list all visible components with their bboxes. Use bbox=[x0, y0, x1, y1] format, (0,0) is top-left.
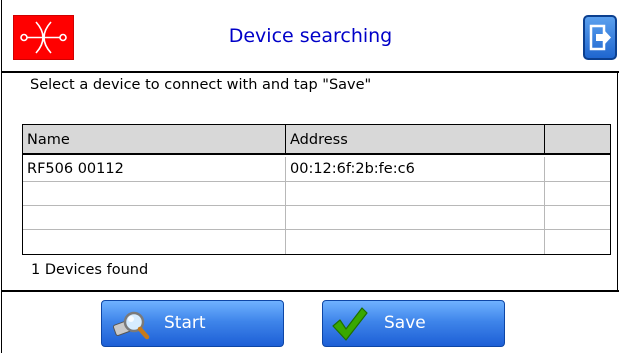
column-header-address[interactable]: Address bbox=[290, 125, 348, 153]
row-divider bbox=[23, 229, 610, 230]
header-divider bbox=[285, 125, 286, 155]
checkmark-icon bbox=[332, 307, 368, 341]
device-address-cell[interactable]: 00:12:6f:2b:fe:c6 bbox=[290, 157, 415, 181]
magnifier-icon bbox=[112, 311, 150, 340]
exit-button[interactable] bbox=[583, 15, 617, 60]
instruction-text: Select a device to connect with and tap … bbox=[30, 77, 372, 93]
save-button[interactable]: Save bbox=[322, 300, 505, 347]
row-divider bbox=[23, 205, 610, 206]
page-title: Device searching bbox=[228, 25, 393, 47]
exit-icon bbox=[589, 24, 611, 51]
app-window: Device searching Select a device to conn… bbox=[1, 0, 619, 353]
table-header: Name Address bbox=[23, 125, 610, 155]
row-divider bbox=[23, 181, 610, 182]
footer-bar: Start Save bbox=[2, 290, 619, 353]
device-name-cell[interactable]: RF506 00112 bbox=[27, 157, 124, 181]
header-divider bbox=[544, 125, 545, 155]
save-button-label: Save bbox=[384, 313, 426, 333]
sensor-logo-icon bbox=[13, 15, 74, 60]
device-table: Name Address RF506 00112 00:12:6f:2b:fe:… bbox=[22, 124, 611, 255]
start-button-label: Start bbox=[164, 313, 206, 333]
start-button[interactable]: Start bbox=[101, 300, 284, 347]
column-header-name[interactable]: Name bbox=[27, 125, 70, 153]
devices-found-status: 1 Devices found bbox=[31, 262, 149, 278]
header-bar: Device searching bbox=[2, 0, 619, 73]
